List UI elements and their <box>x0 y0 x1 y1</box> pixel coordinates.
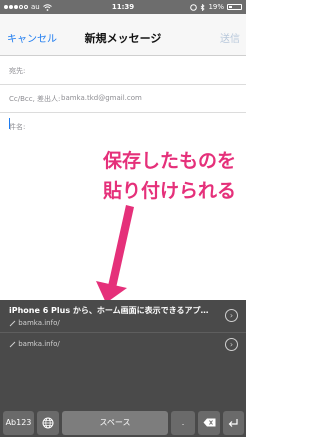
return-key[interactable] <box>223 411 244 435</box>
link-icon <box>9 320 16 326</box>
chevron-right-icon[interactable]: › <box>225 338 238 351</box>
suggestion-item[interactable]: iPhone 6 Plus から、ホーム画面に表示できるアプ… bamka.in… <box>0 300 246 332</box>
suggestion-url-text: bamka.info/ <box>18 340 60 348</box>
delete-icon <box>203 418 215 427</box>
delete-key[interactable] <box>198 411 220 435</box>
suggestion-url: bamka.info/ <box>9 340 60 348</box>
globe-key[interactable] <box>37 411 59 435</box>
suggestion-url-text: bamka.info/ <box>18 319 60 327</box>
period-key[interactable]: . <box>171 411 195 435</box>
globe-icon <box>42 417 54 428</box>
space-key[interactable]: スペース <box>62 411 168 435</box>
ab123-key[interactable]: Ab123 <box>3 411 34 435</box>
suggestion-title: iPhone 6 Plus から、ホーム画面に表示できるアプ… <box>9 306 209 315</box>
return-icon <box>228 418 238 427</box>
keyboard-bottom-row: Ab123 スペース . <box>0 409 246 437</box>
chevron-right-icon[interactable]: › <box>225 309 238 322</box>
link-icon <box>9 341 16 347</box>
suggestion-url: bamka.info/ <box>9 319 60 327</box>
suggestion-item[interactable]: bamka.info/ › <box>0 333 246 357</box>
